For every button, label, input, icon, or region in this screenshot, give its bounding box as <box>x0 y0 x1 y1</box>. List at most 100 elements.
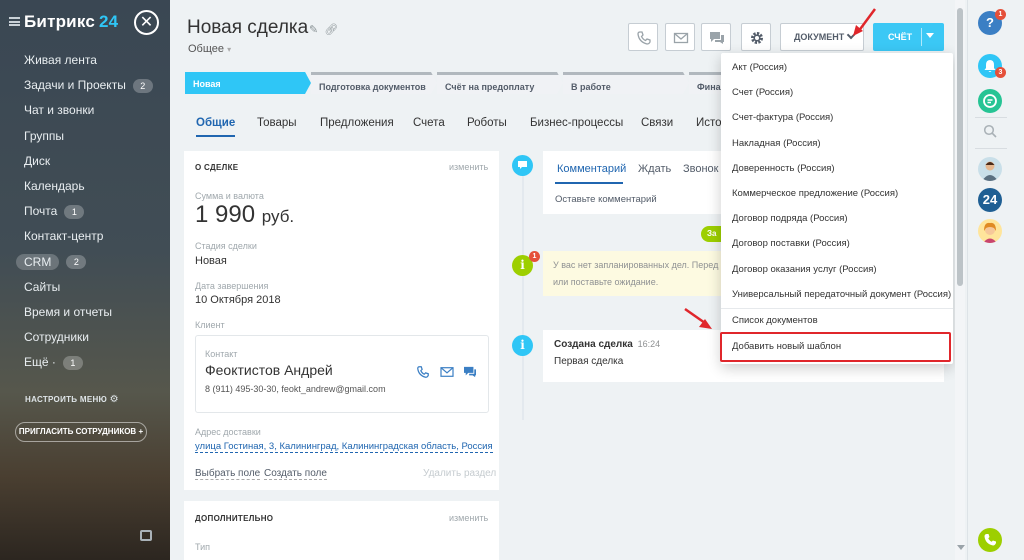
settings-button[interactable] <box>741 23 771 51</box>
notice-line-1: У вас нет запланированных дел. Перед <box>553 260 719 270</box>
dropdown-item[interactable]: Доверенность (Россия) <box>732 163 835 174</box>
client-label: Клиент <box>195 320 225 330</box>
dropdown-item[interactable]: Договор подряда (Россия) <box>732 213 848 224</box>
sidebar-item-label: Сотрудники <box>24 330 89 345</box>
close-icon[interactable]: ✕ <box>134 10 159 35</box>
envelope-icon[interactable] <box>440 366 454 378</box>
contact-name[interactable]: Феоктистов Андрей <box>205 362 333 378</box>
sidebar-item[interactable]: CRM 2 <box>0 251 170 276</box>
sidebar-item[interactable]: Время и отчеты <box>0 301 170 326</box>
sidebar-item[interactable]: Чат и звонки <box>0 99 170 124</box>
dropdown-item[interactable]: Договор поставки (Россия) <box>732 238 850 249</box>
dropdown-item[interactable]: Счет (Россия) <box>732 87 793 98</box>
sidebar-header: Битрикс 24 ✕ <box>0 0 170 46</box>
sidebar-item[interactable]: Задачи и Проекты 2 <box>0 74 170 99</box>
section-title: О СДЕЛКЕ <box>195 163 239 172</box>
dropdown-item[interactable]: Договор оказания услуг (Россия) <box>732 264 877 275</box>
address-label: Адрес доставки <box>195 427 261 437</box>
amount-label: Сумма и валюта <box>195 191 264 201</box>
sidebar-item[interactable]: Живая лента <box>0 49 170 74</box>
edit-link[interactable]: изменить <box>449 162 488 172</box>
tab-products[interactable]: Товары <box>257 117 297 129</box>
sidebar-item[interactable]: Контакт-центр <box>0 225 170 250</box>
menu-burger-icon[interactable] <box>9 17 20 26</box>
tab-wait[interactable]: Ждать <box>638 163 671 175</box>
tab-call[interactable]: Звонок <box>683 163 719 175</box>
comment-input[interactable]: Оставьте комментарий <box>555 194 657 205</box>
sidebar-item-label: Диск <box>24 153 51 168</box>
search-icon[interactable] <box>983 124 997 138</box>
chat-button[interactable] <box>701 23 731 51</box>
dropdown-item[interactable]: Коммерческое предложение (Россия) <box>732 188 898 199</box>
category-selector[interactable]: Общее ▾ <box>188 43 231 55</box>
edit-link-icons[interactable]: ✎ 🔗︎ <box>309 23 338 36</box>
tab-history[interactable]: Исто <box>696 117 722 129</box>
link-icon[interactable]: 🔗︎ <box>324 24 338 36</box>
caret-down-icon[interactable] <box>926 33 934 38</box>
stage-prepay[interactable]: Счёт на предоплату <box>437 72 563 94</box>
panel-divider <box>975 148 1007 149</box>
stage-value: Новая <box>195 255 227 267</box>
sidebar-item[interactable]: Группы <box>0 125 170 150</box>
contact-label: Контакт <box>205 349 238 359</box>
active-tab-underline <box>555 182 623 184</box>
choose-field-link[interactable]: Выбрать поле <box>195 468 261 480</box>
close-date-value: 10 Октября 2018 <box>195 294 281 306</box>
chat-icon[interactable] <box>463 366 477 378</box>
sidebar-item[interactable]: Диск <box>0 150 170 175</box>
dropdown-item[interactable]: Счет-фактура (Россия) <box>732 112 833 123</box>
stage-in-work[interactable]: В работе <box>563 72 689 94</box>
email-button[interactable] <box>665 23 695 51</box>
tab-general[interactable]: Общие <box>196 117 236 137</box>
create-field-link[interactable]: Создать поле <box>264 468 327 480</box>
sidebar-menu: Живая лента Задачи и Проекты 2 Чат и звонки… <box>0 49 170 376</box>
extra-edit-link[interactable]: изменить <box>449 513 488 523</box>
dropdown-item[interactable]: Накладная (Россия) <box>732 138 821 149</box>
tab-business-processes[interactable]: Бизнес-процессы <box>530 117 623 129</box>
scroll-down-icon[interactable] <box>957 545 965 550</box>
tab-invoices[interactable]: Счета <box>413 117 445 129</box>
invoice-button[interactable]: СЧЁТ <box>873 23 944 51</box>
notification-badge: 1 <box>529 251 540 262</box>
tab-robots[interactable]: Роботы <box>467 117 507 129</box>
stage-docs[interactable]: Подготовка документов <box>311 72 437 94</box>
scrollbar-thumb[interactable] <box>957 8 963 286</box>
notice-line-2: или поставьте ожидание. <box>553 277 659 287</box>
avatar[interactable] <box>978 157 1002 181</box>
add-template-highlight <box>720 332 951 362</box>
sidebar-item-label: CRM <box>16 253 60 270</box>
stage-new[interactable]: Новая <box>185 72 311 94</box>
help-badge: 1 <box>995 9 1006 20</box>
envelope-icon <box>673 32 689 44</box>
address-link[interactable]: улица Гостиная, 3, Калининград, Калининг… <box>195 441 493 453</box>
printer-icon[interactable] <box>140 530 152 541</box>
extra-title: ДОПОЛНИТЕЛЬНО <box>195 514 274 523</box>
call-button[interactable] <box>628 23 658 51</box>
avatar[interactable] <box>978 219 1002 243</box>
sidebar-item[interactable]: Сотрудники <box>0 326 170 351</box>
call-icon[interactable] <box>978 528 1002 552</box>
delete-section-link[interactable]: Удалить раздел <box>423 468 496 479</box>
sidebar-item[interactable]: Ещё · 1 <box>0 351 170 376</box>
invite-employees-button[interactable]: ПРИГЛАСИТЬ СОТРУДНИКОВ + <box>15 422 147 442</box>
tab-links[interactable]: Связи <box>641 117 673 129</box>
sidebar-item[interactable]: Почта 1 <box>0 200 170 225</box>
amount-value: 1 990 руб. <box>195 201 295 228</box>
messenger-icon[interactable] <box>978 89 1002 113</box>
tab-comment[interactable]: Комментарий <box>557 163 626 175</box>
configure-menu-link[interactable]: НАСТРОИТЬ МЕНЮ ⚙ <box>25 394 119 405</box>
bitrix24-icon[interactable]: 24 <box>978 188 1002 212</box>
dropdown-item[interactable]: Список документов <box>732 315 818 326</box>
counter-badge: 2 <box>66 255 87 270</box>
counter-badge: 1 <box>62 356 83 371</box>
dropdown-item[interactable]: Универсальный передаточный документ (Рос… <box>732 289 951 300</box>
sidebar-item[interactable]: Календарь <box>0 175 170 200</box>
sidebar-item[interactable]: Сайты <box>0 276 170 301</box>
tab-offers[interactable]: Предложения <box>320 117 394 129</box>
pencil-icon[interactable]: ✎ <box>309 24 318 36</box>
sidebar-item-label: Чат и звонки <box>24 103 95 118</box>
panel-divider <box>975 117 1007 118</box>
phone-icon <box>637 31 651 45</box>
phone-icon[interactable] <box>416 365 430 379</box>
dropdown-item[interactable]: Акт (Россия) <box>732 62 787 73</box>
